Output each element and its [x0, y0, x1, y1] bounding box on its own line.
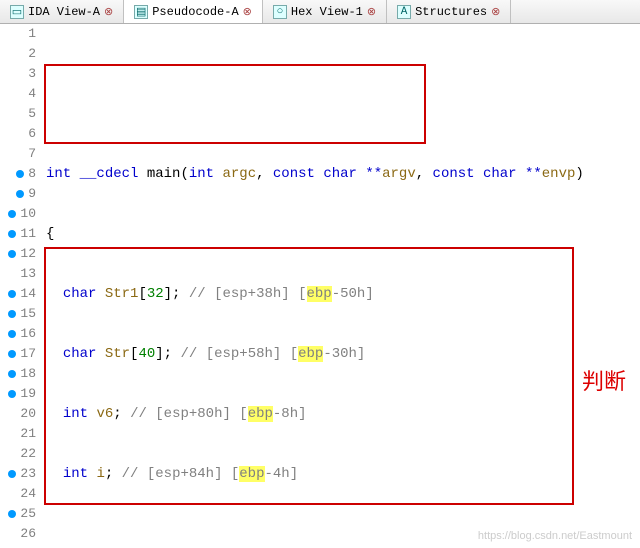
line-number: 13: [20, 264, 36, 284]
gutter-line: 21: [0, 424, 36, 444]
code-line: int __cdecl main(int argc, const char **…: [42, 164, 640, 184]
line-number: 25: [20, 504, 36, 524]
line-number: 15: [20, 304, 36, 324]
editor: 1234567891011121314151617181920212223242…: [0, 24, 640, 548]
code-area[interactable]: 判断 https://blog.csdn.net/Eastmount int _…: [42, 24, 640, 548]
tab-label: Structures: [415, 5, 487, 19]
view-icon: ▤: [134, 5, 148, 19]
line-number: 26: [20, 524, 36, 544]
breakpoint-icon[interactable]: [8, 230, 16, 238]
line-number: 12: [20, 244, 36, 264]
gutter-line: 3: [0, 64, 36, 84]
gutter-line: 14: [0, 284, 36, 304]
tab-pseudocode-a[interactable]: ▤ Pseudocode-A ⊗: [124, 0, 263, 23]
line-number: 2: [28, 44, 36, 64]
line-number: 18: [20, 364, 36, 384]
gutter-line: 20: [0, 404, 36, 424]
breakpoint-icon[interactable]: [8, 330, 16, 338]
watermark: https://blog.csdn.net/Eastmount: [478, 526, 632, 546]
tab-hex-view-1[interactable]: ○ Hex View-1 ⊗: [263, 0, 387, 23]
line-number: 1: [28, 24, 36, 44]
gutter-line: 1: [0, 24, 36, 44]
breakpoint-icon[interactable]: [16, 190, 24, 198]
view-icon: ○: [273, 5, 287, 19]
breakpoint-icon[interactable]: [8, 310, 16, 318]
breakpoint-icon[interactable]: [8, 510, 16, 518]
line-number: 11: [20, 224, 36, 244]
gutter-line: 19: [0, 384, 36, 404]
dirty-icon: ⊗: [491, 5, 500, 19]
gutter-line: 2: [0, 44, 36, 64]
breakpoint-icon[interactable]: [8, 470, 16, 478]
annotation-text: 判断: [582, 372, 626, 392]
tab-bar: ▭ IDA View-A ⊗ ▤ Pseudocode-A ⊗ ○ Hex Vi…: [0, 0, 640, 24]
gutter-line: 8: [0, 164, 36, 184]
line-number: 23: [20, 464, 36, 484]
line-number: 17: [20, 344, 36, 364]
gutter-line: 10: [0, 204, 36, 224]
gutter-line: 17: [0, 344, 36, 364]
gutter-line: 11: [0, 224, 36, 244]
breakpoint-icon[interactable]: [8, 370, 16, 378]
line-number: 24: [20, 484, 36, 504]
gutter-line: 4: [0, 84, 36, 104]
gutter-line: 25: [0, 504, 36, 524]
dirty-icon: ⊗: [243, 5, 252, 19]
line-number: 8: [28, 164, 36, 184]
tab-label: Pseudocode-A: [152, 5, 238, 19]
tab-ida-view-a[interactable]: ▭ IDA View-A ⊗: [0, 0, 124, 23]
gutter-line: 5: [0, 104, 36, 124]
line-number: 20: [20, 404, 36, 424]
tab-label: Hex View-1: [291, 5, 363, 19]
line-number: 14: [20, 284, 36, 304]
breakpoint-icon[interactable]: [16, 170, 24, 178]
gutter-line: 13: [0, 264, 36, 284]
line-number: 6: [28, 124, 36, 144]
gutter-line: 18: [0, 364, 36, 384]
tab-label: IDA View-A: [28, 5, 100, 19]
view-icon: A: [397, 5, 411, 19]
gutter-line: 9: [0, 184, 36, 204]
breakpoint-icon[interactable]: [8, 290, 16, 298]
dirty-icon: ⊗: [367, 5, 376, 19]
gutter-line: 22: [0, 444, 36, 464]
tab-structures[interactable]: A Structures ⊗: [387, 0, 511, 23]
line-number: 7: [28, 144, 36, 164]
highlight-box-decls: [44, 64, 426, 144]
gutter-line: 23: [0, 464, 36, 484]
breakpoint-icon[interactable]: [8, 350, 16, 358]
line-number: 5: [28, 104, 36, 124]
gutter-line: 12: [0, 244, 36, 264]
gutter-line: 15: [0, 304, 36, 324]
view-icon: ▭: [10, 5, 24, 19]
line-number: 19: [20, 384, 36, 404]
line-number: 9: [28, 184, 36, 204]
gutter: 1234567891011121314151617181920212223242…: [0, 24, 42, 548]
line-number: 16: [20, 324, 36, 344]
gutter-line: 16: [0, 324, 36, 344]
breakpoint-icon[interactable]: [8, 390, 16, 398]
line-number: 3: [28, 64, 36, 84]
breakpoint-icon[interactable]: [8, 250, 16, 258]
line-number: 4: [28, 84, 36, 104]
line-number: 21: [20, 424, 36, 444]
gutter-line: 26: [0, 524, 36, 544]
line-number: 10: [20, 204, 36, 224]
breakpoint-icon[interactable]: [8, 210, 16, 218]
line-number: 22: [20, 444, 36, 464]
gutter-line: 7: [0, 144, 36, 164]
gutter-line: 24: [0, 484, 36, 504]
gutter-line: 6: [0, 124, 36, 144]
dirty-icon: ⊗: [104, 5, 113, 19]
